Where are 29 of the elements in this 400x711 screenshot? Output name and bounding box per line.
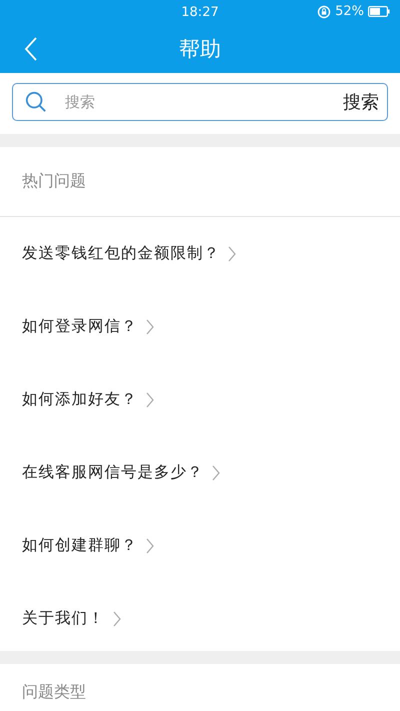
- question-item[interactable]: 如何登录网信？: [0, 290, 400, 363]
- search-icon: [25, 91, 47, 113]
- chevron-icon: [146, 538, 154, 554]
- status-time: 18:27: [181, 4, 219, 20]
- chevron-icon: [228, 246, 236, 262]
- chevron-icon: [112, 610, 120, 626]
- section-title: 问题类型: [21, 681, 87, 703]
- chevron-icon: [146, 392, 154, 408]
- search-button[interactable]: 搜索: [343, 90, 379, 114]
- question-item[interactable]: 如何创建群聊？: [0, 509, 400, 582]
- question-text: 如何添加好友？: [22, 389, 138, 410]
- question-text: 关于我们！: [22, 608, 104, 629]
- rotation-lock-icon: [317, 4, 332, 18]
- question-item[interactable]: 如何添加好友？: [0, 363, 400, 436]
- question-text: 发送零钱红包的金额限制？: [22, 243, 220, 264]
- question-text: 在线客服网信号是多少？: [22, 462, 204, 483]
- page-title: 帮助: [179, 36, 221, 62]
- question-item[interactable]: 关于我们！: [0, 582, 400, 655]
- back-icon[interactable]: [24, 36, 38, 62]
- question-item[interactable]: 在线客服网信号是多少？: [0, 436, 400, 509]
- section-title: 热门问题: [0, 147, 400, 217]
- question-text: 如何创建群聊？: [22, 535, 138, 556]
- chevron-icon: [146, 318, 154, 334]
- search-field[interactable]: 搜索 搜索: [12, 83, 388, 121]
- battery-percent: 52%: [335, 4, 364, 19]
- question-item[interactable]: 发送零钱红包的金额限制？: [0, 217, 400, 290]
- question-text: 如何登录网信？: [22, 316, 138, 337]
- chevron-icon: [212, 464, 220, 480]
- battery-icon: [368, 6, 390, 17]
